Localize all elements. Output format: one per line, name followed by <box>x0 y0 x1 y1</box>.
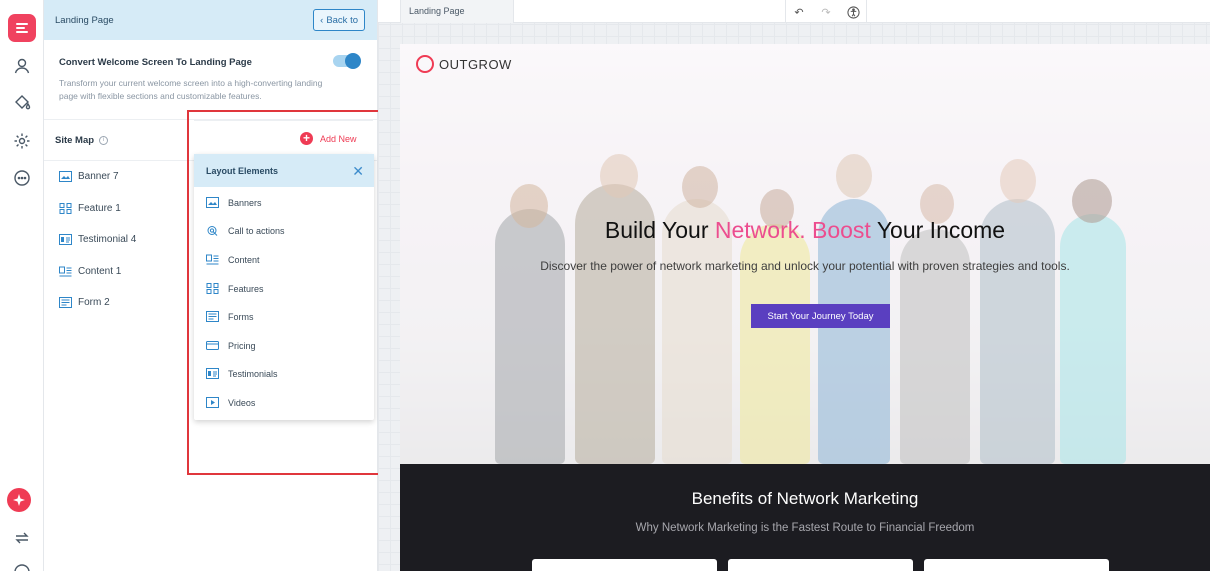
landing-page-settings-panel: Landing Page ‹ Back to Convert Welcome S… <box>44 0 378 571</box>
layout-element-content[interactable]: Content <box>206 254 260 265</box>
panel-header: Landing Page ‹ Back to <box>44 0 377 40</box>
canvas-toolbar: Landing Page ↶ ↷ <box>378 0 1210 23</box>
banner-icon <box>59 171 72 182</box>
info-icon[interactable]: i <box>99 135 109 145</box>
sitemap-item-label: Banner 7 <box>78 171 119 182</box>
user-icon[interactable] <box>8 52 36 80</box>
sitemap-item-label: Testimonial 4 <box>78 234 137 245</box>
hero-subtitle[interactable]: Discover the power of network marketing … <box>530 258 1080 275</box>
panel-title: Landing Page <box>55 14 114 26</box>
gear-icon[interactable] <box>8 127 36 155</box>
more-options-icon[interactable] <box>8 164 36 192</box>
divider <box>785 0 786 23</box>
layout-element-label: Call to actions <box>228 225 285 236</box>
landing-page-preview: OUTGROW Build Your Network. Boost Your I… <box>400 44 1210 571</box>
layout-element-cta[interactable]: Call to actions <box>206 225 285 236</box>
back-button-label: Back to <box>326 14 358 26</box>
add-new-button[interactable]: + Add New <box>300 132 357 145</box>
form-icon <box>206 311 219 322</box>
hero-title[interactable]: Build Your Network. Boost Your Income <box>400 217 1210 244</box>
convert-toggle[interactable] <box>333 53 361 69</box>
chevron-left-icon: ‹ <box>320 14 324 26</box>
layout-elements-header: Layout Elements ✕ <box>194 154 374 187</box>
layout-element-label: Banners <box>228 197 262 208</box>
redo-icon[interactable]: ↷ <box>818 4 834 20</box>
close-icon[interactable]: ✕ <box>352 164 364 178</box>
layout-element-testimonials[interactable]: Testimonials <box>206 368 278 379</box>
layout-element-features[interactable]: Features <box>206 283 264 294</box>
divider <box>866 0 867 23</box>
video-icon <box>206 397 219 408</box>
sitemap-item-label: Content 1 <box>78 266 122 277</box>
banner-icon <box>206 197 219 208</box>
layout-element-label: Testimonials <box>228 368 278 379</box>
layout-element-label: Pricing <box>228 340 256 351</box>
benefit-card[interactable] <box>728 559 913 571</box>
hero-overlay <box>400 44 1210 464</box>
paint-bucket-icon[interactable] <box>8 88 36 116</box>
pricing-icon <box>206 341 219 350</box>
sitemap-item-content[interactable]: Content 1 <box>59 266 121 277</box>
benefits-title[interactable]: Benefits of Network Marketing <box>400 489 1210 509</box>
sitemap-item-label: Feature 1 <box>78 203 121 214</box>
convert-description: Transform your current welcome screen in… <box>59 78 323 101</box>
app-logo-icon[interactable] <box>8 14 36 42</box>
ai-sparkle-icon[interactable] <box>7 488 31 512</box>
benefit-card[interactable] <box>924 559 1109 571</box>
hero-title-highlight: Network. Boost <box>714 217 871 243</box>
outgrow-logo: OUTGROW <box>416 55 512 73</box>
hero-banner: OUTGROW Build Your Network. Boost Your I… <box>400 44 1210 464</box>
accessibility-icon[interactable] <box>845 4 861 20</box>
feature-icon <box>206 283 219 294</box>
left-icon-rail <box>0 0 44 571</box>
plus-icon: + <box>300 132 313 145</box>
layout-elements-dropdown: Layout Elements ✕ Banners Call to action… <box>194 154 374 420</box>
testimonial-icon <box>59 234 72 245</box>
cta-button[interactable]: Start Your Journey Today <box>751 304 890 328</box>
layout-element-videos[interactable]: Videos <box>206 397 255 408</box>
layout-element-label: Forms <box>228 311 254 322</box>
feature-icon <box>59 203 72 214</box>
brand-name: OUTGROW <box>439 56 512 72</box>
layout-element-label: Features <box>228 283 264 294</box>
sitemap-label: Site Map <box>55 134 95 146</box>
layout-element-label: Content <box>228 254 260 265</box>
sitemap-item-testimonial[interactable]: Testimonial 4 <box>59 234 136 245</box>
convert-section: Convert Welcome Screen To Landing Page T… <box>44 40 377 120</box>
layout-elements-title: Layout Elements <box>206 165 279 176</box>
benefits-subtitle[interactable]: Why Network Marketing is the Fastest Rou… <box>400 522 1210 534</box>
editor-canvas: Landing Page ↶ ↷ OUTGROW Build Your Netw… <box>378 0 1210 571</box>
form-icon <box>59 297 72 308</box>
sitemap-item-label: Form 2 <box>78 297 110 308</box>
layout-element-label: Videos <box>228 397 256 408</box>
sync-icon[interactable] <box>8 524 36 552</box>
cta-icon <box>207 226 218 236</box>
layout-element-forms[interactable]: Forms <box>206 311 254 322</box>
tab-landing-page[interactable]: Landing Page <box>400 0 514 23</box>
benefits-section: Benefits of Network Marketing Why Networ… <box>400 464 1210 571</box>
undo-icon[interactable]: ↶ <box>791 4 807 20</box>
layout-element-pricing[interactable]: Pricing <box>206 340 256 351</box>
sitemap-item-feature[interactable]: Feature 1 <box>59 203 121 214</box>
content-icon <box>206 254 219 265</box>
outgrow-mark-icon <box>416 55 434 73</box>
content-icon <box>59 266 72 277</box>
hero-title-part: Your Income <box>876 217 1006 243</box>
convert-title: Convert Welcome Screen To Landing Page <box>59 57 252 68</box>
hero-title-part: Build Your <box>604 217 709 243</box>
add-new-label: Add New <box>320 133 357 144</box>
sitemap-item-form[interactable]: Form 2 <box>59 297 110 308</box>
benefit-card[interactable] <box>532 559 717 571</box>
testimonial-icon <box>206 368 219 379</box>
sitemap-item-banner[interactable]: Banner 7 <box>59 171 119 182</box>
divider <box>194 120 373 121</box>
help-icon[interactable] <box>8 558 36 571</box>
layout-element-banners[interactable]: Banners <box>206 197 262 208</box>
back-button[interactable]: ‹ Back to <box>313 9 365 31</box>
